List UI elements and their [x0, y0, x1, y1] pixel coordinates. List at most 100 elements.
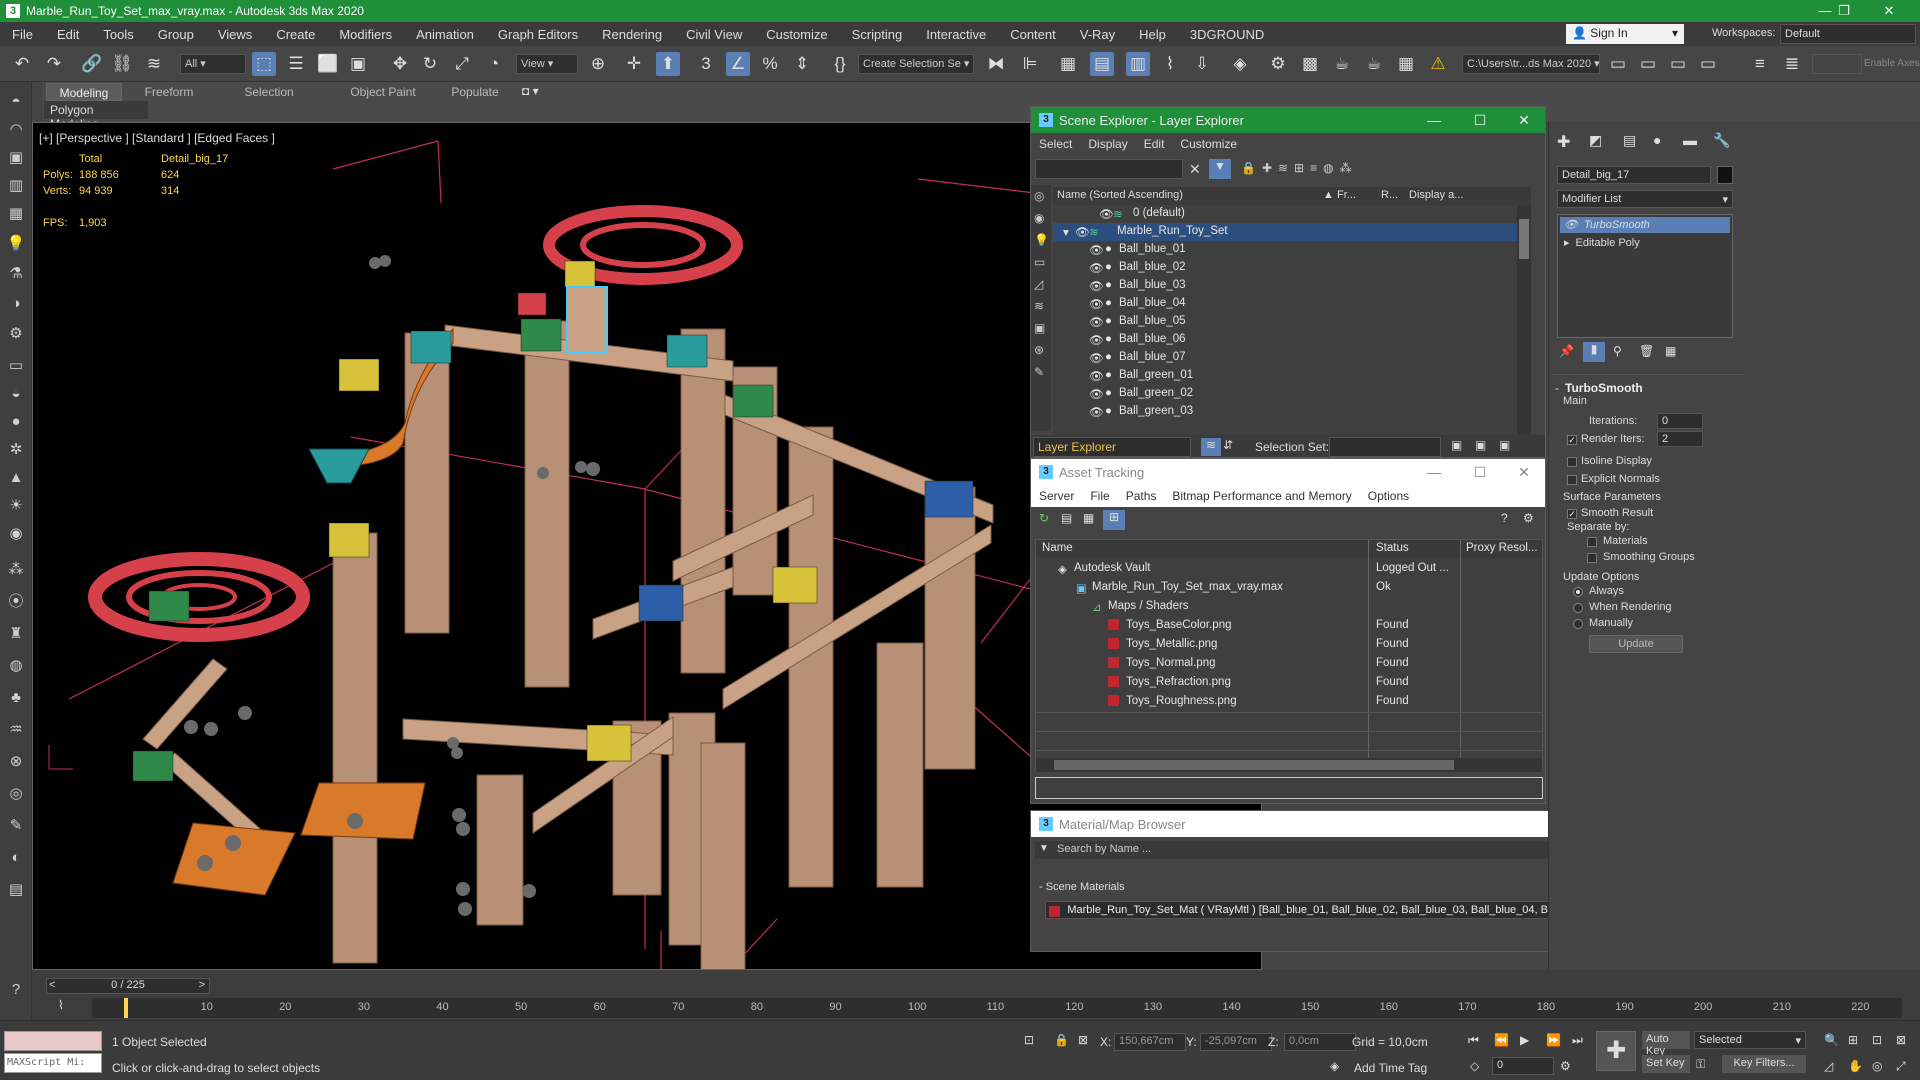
eye-icon[interactable]: 👁 — [1075, 225, 1090, 239]
explorer-tool-icons[interactable]: 🔒✚≋⊞≡◍⁂ — [1241, 161, 1358, 175]
pin-stack-icon[interactable]: 📌 — [1559, 344, 1574, 358]
close-button[interactable]: ✕ — [1501, 107, 1545, 133]
tree-row[interactable]: 👁 ● Ball_green_03 — [1053, 403, 1531, 421]
curve-editor-icon[interactable]: ⌇ — [1158, 52, 1182, 76]
tree-row[interactable]: 👁 ● Ball_green_01 — [1053, 367, 1531, 385]
add-time-tag-button[interactable]: Add Time Tag — [1354, 1061, 1427, 1075]
remove-selection-icon[interactable]: ▣ — [1499, 438, 1510, 452]
material-search-input[interactable]: Search by Name ... — [1057, 843, 1151, 855]
eye-icon[interactable]: 👁 — [1089, 333, 1104, 347]
explicit-normals-checkbox[interactable] — [1567, 475, 1577, 485]
particles-icon[interactable]: ⁂ — [4, 558, 28, 582]
dynamics-icon[interactable]: ⦿ — [4, 590, 28, 614]
display-geometry-icon[interactable]: ◉ — [1034, 211, 1044, 225]
previous-frame-icon[interactable]: ⏪ — [1494, 1033, 1509, 1047]
material-editor-icon[interactable]: ◈ — [1228, 52, 1252, 76]
eye-icon[interactable]: 👁 — [1089, 369, 1104, 383]
workspace-dropdown[interactable]: Default — [1780, 24, 1916, 44]
maximize-button[interactable]: ❐ — [1826, 0, 1862, 22]
plant-icon[interactable]: ♣ — [4, 686, 28, 710]
menu-file[interactable]: File — [1082, 489, 1117, 503]
reference-icon[interactable]: ▭ — [1696, 52, 1720, 76]
minimize-button[interactable]: — — [1411, 107, 1457, 133]
render-iters-spinner[interactable]: 2 — [1657, 431, 1703, 447]
space-warp-icon[interactable]: ◑ — [4, 292, 28, 316]
menu-paths[interactable]: Paths — [1118, 489, 1165, 503]
make-unique-icon[interactable]: ⚲ — [1613, 344, 1622, 358]
select-object-icon[interactable]: ⬚ — [252, 52, 276, 76]
systems-icon[interactable]: ⚙ — [4, 322, 28, 346]
modify-tab-icon[interactable]: ◩ — [1589, 132, 1602, 149]
absolute-mode-icon[interactable]: ⊠ — [1078, 1033, 1088, 1047]
menu-bitmap-performance[interactable]: Bitmap Performance and Memory — [1164, 489, 1359, 503]
z-coordinate-field[interactable]: 0,0cm — [1284, 1033, 1356, 1051]
viewport-icon[interactable]: ▣ — [4, 146, 28, 170]
place-icon[interactable]: ◔ — [482, 52, 506, 76]
character-icon[interactable]: ♜ — [4, 622, 28, 646]
add-selection-icon[interactable]: ▣ — [1475, 438, 1486, 452]
menu-options[interactable]: Options — [1360, 489, 1417, 503]
next-frame-icon[interactable]: > — [199, 979, 205, 991]
scale-icon[interactable]: ⤢ — [450, 52, 474, 76]
menu-file[interactable]: File — [0, 27, 45, 42]
eye-icon[interactable]: 👁 — [1089, 315, 1104, 329]
rotate-icon[interactable]: ↻ — [418, 52, 442, 76]
stack-item-turbosmooth[interactable]: 👁 TurboSmooth — [1560, 217, 1730, 233]
menu-edit[interactable]: Edit — [1136, 137, 1173, 151]
eye-icon[interactable]: 👁 — [1089, 261, 1104, 275]
asset-row[interactable]: Toys_Normal.png Found — [1036, 655, 1542, 673]
manually-radio[interactable] — [1573, 619, 1583, 629]
zoom-all-icon[interactable]: ⊞ — [1848, 1033, 1858, 1047]
select-manipulate-icon[interactable]: ✛ — [622, 52, 646, 76]
isoline-display-checkbox[interactable] — [1567, 457, 1577, 467]
tree-row[interactable]: 👁 ● Ball_blue_07 — [1053, 349, 1531, 367]
display-tab-icon[interactable]: ▬ — [1683, 132, 1697, 148]
window-crossing-icon[interactable]: ▣ — [346, 52, 370, 76]
tab-populate[interactable]: Populate — [440, 83, 510, 101]
tab-modeling[interactable]: Modeling — [46, 83, 122, 101]
edit-named-selection-icon[interactable]: {} — [828, 52, 852, 76]
column-freeze[interactable]: Fr... — [1337, 189, 1356, 201]
asset-path-field[interactable] — [1035, 777, 1543, 799]
menu-interactive[interactable]: Interactive — [914, 27, 998, 42]
render-iterative-icon[interactable]: ☕ — [1362, 52, 1386, 76]
display-lights-icon[interactable]: 💡 — [1034, 233, 1049, 247]
remove-modifier-icon[interactable]: 🗑 — [1639, 344, 1654, 358]
set-key-button[interactable]: Set Key — [1642, 1055, 1690, 1073]
tree-row-marble-run-layer[interactable]: ▾ 👁 ≋ Marble_Run_Toy_Set — [1053, 223, 1531, 241]
menu-views[interactable]: Views — [206, 27, 264, 42]
angle-snap-icon[interactable]: ∠ — [726, 52, 750, 76]
clear-search-icon[interactable]: ✕ — [1189, 161, 1201, 178]
toggle-ribbon-icon[interactable]: ▥ — [1126, 52, 1150, 76]
layers-icon[interactable]: ≋ — [1201, 438, 1221, 456]
menu-display[interactable]: Display — [1080, 137, 1135, 151]
scene-materials-header[interactable]: - Scene Materials — [1039, 881, 1125, 893]
smooth-result-checkbox[interactable]: ✓ — [1567, 509, 1577, 519]
eye-icon[interactable]: 👁 — [1089, 405, 1104, 419]
modifier-list-dropdown[interactable]: Modifier List ▾ — [1557, 190, 1733, 208]
close-button[interactable]: ✕ — [1501, 459, 1545, 485]
spinner-snap-icon[interactable]: ⇕ — [790, 52, 814, 76]
y-coordinate-field[interactable]: -25,097cm — [1200, 1033, 1272, 1051]
settings-icon[interactable]: ⚙ — [1523, 511, 1534, 525]
asset-row[interactable]: Toys_Roughness.png Found — [1036, 693, 1542, 711]
shape-icon[interactable]: ◠ — [4, 118, 28, 142]
menu-customize[interactable]: Customize — [1172, 137, 1245, 151]
search-options-icon[interactable]: ▼ — [1039, 843, 1049, 854]
render-sphere-icon[interactable]: ◎ — [4, 782, 28, 806]
display-bones-icon[interactable]: ✎ — [1034, 365, 1044, 379]
redo-icon[interactable]: ↷ — [42, 52, 66, 76]
tree-row[interactable]: 👁 ● Ball_blue_04 — [1053, 295, 1531, 313]
column-display[interactable]: Display a... — [1409, 189, 1463, 201]
show-end-result-icon[interactable]: ▮ — [1583, 342, 1605, 362]
menu-animation[interactable]: Animation — [404, 27, 486, 42]
menu-rendering[interactable]: Rendering — [590, 27, 674, 42]
percent-snap-icon[interactable]: % — [758, 52, 782, 76]
menu-3dground[interactable]: 3DGROUND — [1178, 27, 1276, 42]
display-spacewarps-icon[interactable]: ≋ — [1034, 299, 1044, 313]
menu-server[interactable]: Server — [1031, 489, 1082, 503]
asset-row[interactable]: Toys_Metallic.png Found — [1036, 636, 1542, 654]
explorer-type-dropdown[interactable]: Layer Explorer — [1033, 437, 1191, 457]
render-production-icon[interactable]: ☕ — [1330, 52, 1354, 76]
help-icon[interactable]: ? — [4, 978, 28, 1002]
